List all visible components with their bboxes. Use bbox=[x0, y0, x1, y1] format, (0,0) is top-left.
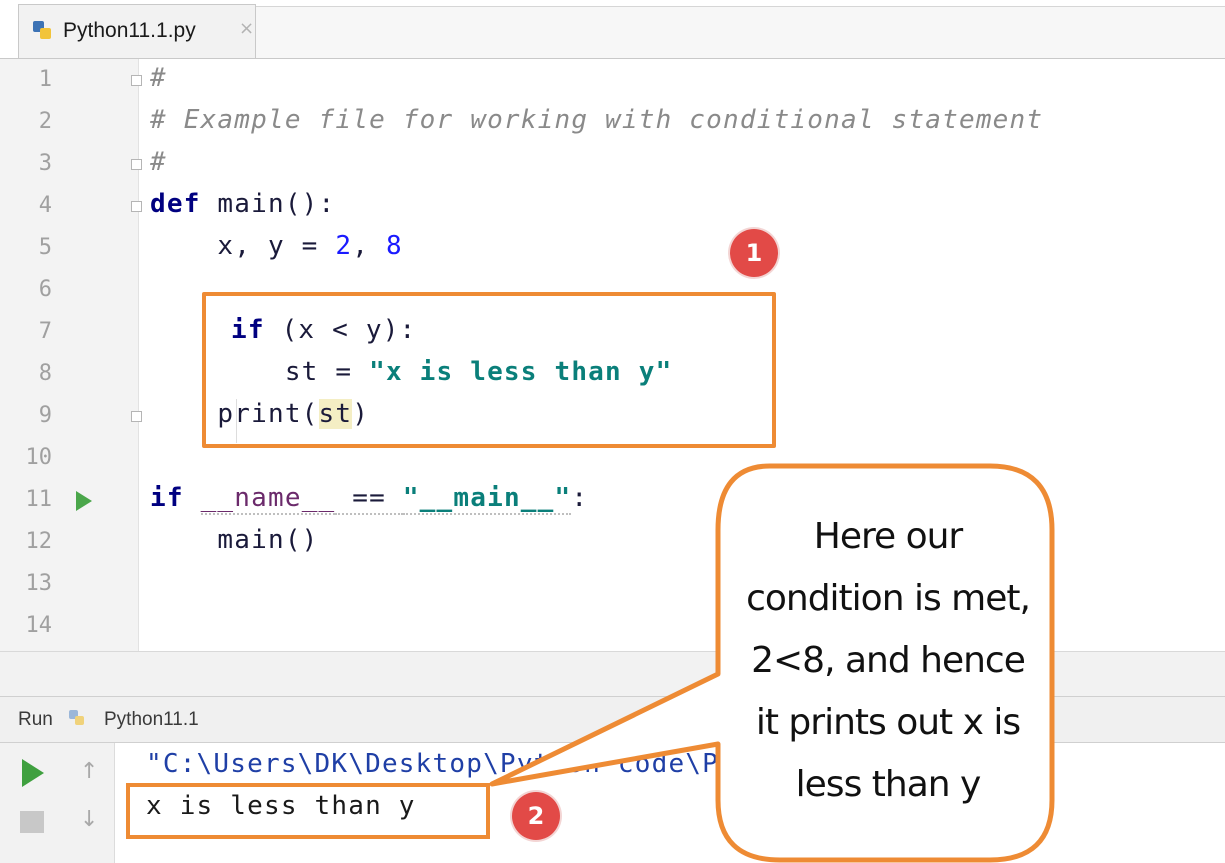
code-text: == bbox=[335, 483, 403, 515]
dunder-name: __name__ bbox=[200, 483, 336, 515]
line-number-gutter: 1 2 3 4 5 6 7 8 9 10 11 12 13 14 bbox=[0, 59, 139, 651]
code-line-4: def main(): bbox=[150, 189, 335, 219]
code-line-11: if __name__ == "__main__": bbox=[150, 483, 589, 515]
step-badge-2: 2 bbox=[512, 792, 560, 840]
tab-python-file[interactable]: Python11.1.py × bbox=[18, 4, 256, 58]
python-run-config-icon bbox=[69, 710, 84, 725]
python-file-icon bbox=[33, 21, 51, 39]
console-toolbar-secondary: ↑ ↓ bbox=[66, 743, 115, 863]
code-text: , bbox=[352, 231, 386, 261]
rerun-icon[interactable] bbox=[22, 759, 44, 787]
code-text: x, y = bbox=[150, 231, 336, 261]
keyword-def: def bbox=[150, 189, 201, 219]
keyword-if: if bbox=[150, 483, 184, 513]
line-number: 14 bbox=[25, 613, 53, 638]
callout-line: 2<8, and hence bbox=[751, 640, 1026, 681]
line-number: 1 bbox=[38, 67, 52, 92]
line-number: 8 bbox=[38, 361, 52, 386]
step-badge-1: 1 bbox=[730, 229, 778, 277]
line-number: 4 bbox=[38, 193, 52, 218]
line-number: 6 bbox=[38, 277, 52, 302]
code-line-5: x, y = 2, 8 bbox=[150, 231, 403, 261]
number-literal: 8 bbox=[385, 231, 403, 261]
close-icon[interactable]: × bbox=[239, 18, 254, 39]
code-text: main(): bbox=[200, 189, 336, 219]
code-line-2: # Example file for working with conditio… bbox=[150, 105, 1044, 135]
line-number: 9 bbox=[38, 403, 52, 428]
number-literal: 2 bbox=[335, 231, 353, 261]
callout-line: it prints out x is bbox=[755, 702, 1021, 743]
line-number: 13 bbox=[25, 571, 53, 596]
stop-icon[interactable] bbox=[20, 811, 44, 833]
fold-marker-icon[interactable] bbox=[131, 201, 142, 212]
scroll-down-icon[interactable]: ↓ bbox=[80, 807, 98, 832]
console-toolbar bbox=[0, 743, 67, 863]
highlight-box-output bbox=[126, 783, 490, 839]
code-line-1: # bbox=[150, 63, 167, 93]
tab-bar-empty-area bbox=[256, 6, 1225, 58]
fold-marker-icon[interactable] bbox=[131, 75, 142, 86]
callout-line: Here our bbox=[813, 516, 963, 557]
run-config-name[interactable]: Python11.1 bbox=[104, 709, 199, 731]
tab-label: Python11.1.py bbox=[63, 19, 196, 42]
highlight-box-if-block bbox=[202, 292, 776, 448]
callout-text: Here our condition is met, 2<8, and henc… bbox=[738, 506, 1038, 816]
line-number: 10 bbox=[25, 445, 53, 470]
line-number: 7 bbox=[38, 319, 52, 344]
callout-line: condition is met, bbox=[746, 578, 1031, 619]
line-number: 5 bbox=[38, 235, 52, 260]
code-line-3: # bbox=[150, 147, 167, 177]
line-number: 11 bbox=[25, 487, 53, 512]
editor-tab-bar: Python11.1.py × bbox=[0, 0, 1225, 59]
line-number: 3 bbox=[38, 151, 52, 176]
fold-marker-icon[interactable] bbox=[131, 159, 142, 170]
run-panel-header: Run Python11.1 bbox=[0, 697, 1225, 743]
string-literal: "__main__" bbox=[402, 483, 572, 515]
code-text: : bbox=[571, 483, 589, 513]
code-line-12: main() bbox=[150, 525, 319, 555]
panel-separator bbox=[0, 651, 1225, 697]
scroll-up-icon[interactable]: ↑ bbox=[80, 759, 98, 784]
fold-marker-icon[interactable] bbox=[131, 411, 142, 422]
run-panel-title: Run bbox=[18, 709, 53, 730]
line-number: 2 bbox=[38, 109, 52, 134]
line-number: 12 bbox=[25, 529, 53, 554]
callout-line: less than y bbox=[795, 764, 982, 805]
run-gutter-icon[interactable] bbox=[76, 491, 92, 511]
